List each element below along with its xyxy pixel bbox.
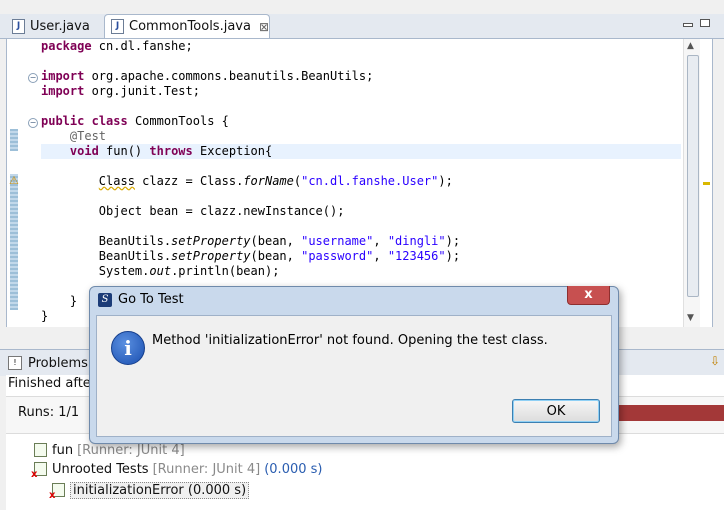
code-line: package cn.dl.fanshe; bbox=[41, 39, 193, 53]
tab-label: Problems bbox=[28, 355, 88, 371]
test-icon bbox=[34, 443, 47, 457]
runs-counter: Runs: 1/1 bbox=[18, 405, 80, 420]
tab-label: User.java bbox=[30, 18, 90, 34]
close-tab-icon[interactable]: ⊠ bbox=[259, 20, 269, 34]
tree-item-runner: [Runner: JUnit 4] bbox=[152, 461, 261, 477]
scroll-up-icon[interactable]: ▲ bbox=[687, 41, 694, 51]
code-line: public class CommonTools { bbox=[41, 114, 229, 128]
dialog-title: Go To Test bbox=[118, 292, 184, 307]
code-line: BeanUtils.setProperty(bean, "username", … bbox=[41, 234, 461, 248]
tab-user-java[interactable]: J User.java bbox=[6, 14, 102, 38]
tree-item[interactable]: Unrooted Tests [Runner: JUnit 4] (0.000 … bbox=[31, 460, 323, 481]
tree-item-name: Unrooted Tests bbox=[52, 461, 149, 477]
ok-button[interactable]: OK bbox=[512, 399, 600, 423]
java-file-icon: J bbox=[111, 19, 124, 34]
tree-item-name: initializationError (0.000 s) bbox=[70, 481, 250, 499]
failure-progress-bar bbox=[616, 405, 724, 421]
left-ruler: ⚠ bbox=[7, 39, 21, 327]
warning-marker[interactable] bbox=[703, 182, 710, 185]
problems-icon: ! bbox=[8, 356, 22, 370]
go-to-test-dialog: S Go To Test x i Method 'initializationE… bbox=[89, 286, 619, 444]
dialog-body: i Method 'initializationError' not found… bbox=[96, 315, 612, 437]
overview-ruler bbox=[701, 39, 712, 327]
tab-commontools-java[interactable]: J CommonTools.java ⊠ bbox=[104, 14, 270, 38]
code-line: BeanUtils.setProperty(bean, "password", … bbox=[41, 249, 461, 263]
close-button[interactable]: x bbox=[567, 286, 610, 305]
change-marker bbox=[10, 174, 18, 310]
code-line: import org.apache.commons.beanutils.Bean… bbox=[41, 69, 374, 83]
error-test-icon bbox=[49, 483, 65, 501]
code-line: System.out.println(bean); bbox=[41, 264, 280, 278]
tree-item-selected[interactable]: initializationError (0.000 s) bbox=[49, 481, 250, 501]
dialog-titlebar[interactable]: S Go To Test x bbox=[90, 286, 618, 313]
minimize-icon[interactable] bbox=[683, 23, 693, 27]
dialog-message: Method 'initializationError' not found. … bbox=[152, 333, 548, 348]
maximize-icon[interactable] bbox=[700, 19, 710, 27]
editor-vertical-scrollbar[interactable]: ▲ ▼ bbox=[683, 39, 700, 327]
code-line: Class clazz = Class.forName("cn.dl.fansh… bbox=[98, 174, 453, 188]
tree-item-name: fun bbox=[52, 442, 74, 458]
code-line: import org.junit.Test; bbox=[41, 84, 200, 98]
junit-status: Finished after bbox=[8, 376, 97, 391]
tree-item-runner: [Runner: JUnit 4] bbox=[77, 442, 185, 458]
java-file-icon: J bbox=[12, 18, 25, 34]
scrollbar-thumb[interactable] bbox=[687, 55, 699, 297]
error-suite-icon bbox=[31, 462, 47, 480]
tab-label: CommonTools.java bbox=[129, 19, 251, 34]
code-editor[interactable]: ⚠ − − package cn.dl.fanshe; import org.a… bbox=[6, 39, 713, 327]
info-icon: i bbox=[111, 331, 145, 365]
code-line: @Test bbox=[69, 129, 107, 143]
code-line: Object bean = clazz.newInstance(); bbox=[41, 204, 345, 218]
eclipse-app-icon: S bbox=[98, 293, 112, 307]
tree-item-time: (0.000 s) bbox=[264, 461, 323, 477]
change-marker bbox=[10, 129, 18, 151]
code-text[interactable]: package cn.dl.fanshe; import org.apache.… bbox=[41, 39, 681, 323]
fold-toggle-icon[interactable]: − bbox=[28, 118, 38, 128]
scroll-down-icon[interactable]: ▼ bbox=[687, 313, 694, 323]
warning-icon[interactable]: ⚠ bbox=[9, 175, 21, 187]
fold-toggle-icon[interactable]: − bbox=[28, 73, 38, 83]
tab-problems[interactable]: ! Problems bbox=[8, 352, 88, 374]
code-line-current: void fun() throws Exception{ bbox=[41, 144, 681, 159]
editor-tab-bar: J User.java J CommonTools.java ⊠ bbox=[0, 14, 724, 39]
chevron-down-icon[interactable]: ⇩ bbox=[710, 354, 720, 368]
